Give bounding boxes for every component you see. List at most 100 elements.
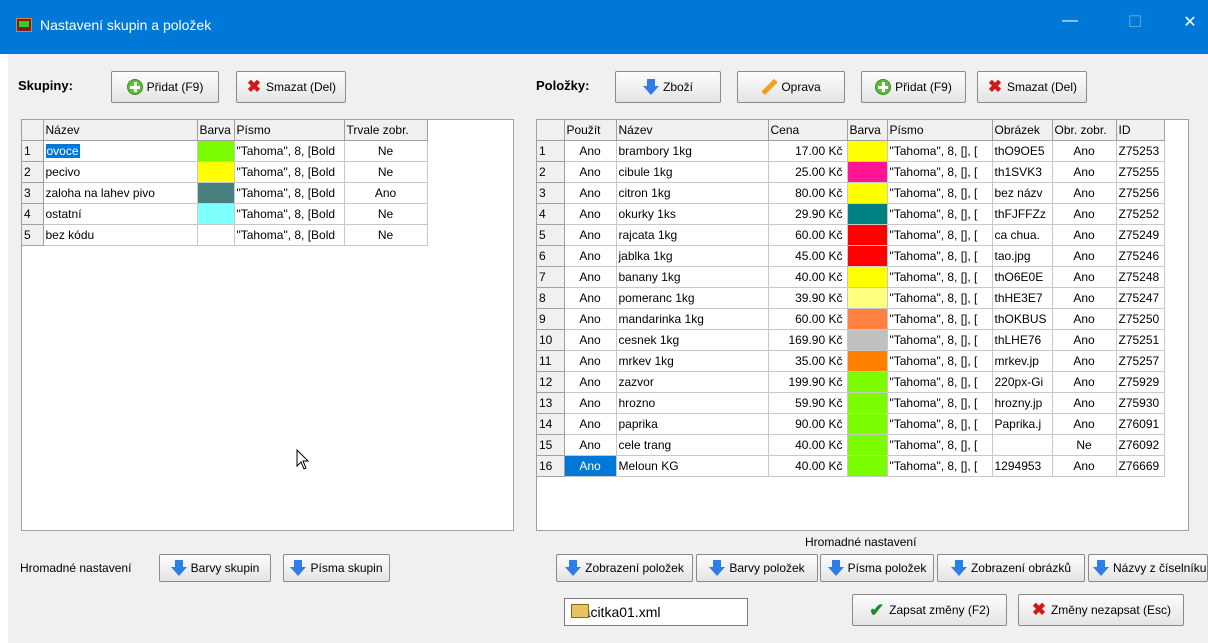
- item-color-swatch[interactable]: [847, 413, 888, 435]
- item-image-cell[interactable]: thOKBUS: [992, 308, 1053, 330]
- group-color-swatch[interactable]: [197, 224, 235, 246]
- item-name-cell[interactable]: paprika: [616, 413, 769, 435]
- item-name-cell[interactable]: cesnek 1kg: [616, 329, 769, 351]
- item-image-show-cell[interactable]: Ano: [1052, 203, 1117, 225]
- item-name-cell[interactable]: pomeranc 1kg: [616, 287, 769, 309]
- item-font-cell[interactable]: "Tahoma", 8, [], [: [887, 434, 993, 456]
- item-image-cell[interactable]: hrozny.jp: [992, 392, 1053, 414]
- item-id-cell[interactable]: Z76669: [1116, 455, 1165, 477]
- table-row[interactable]: 3 Ano citron 1kg 80.00 Kč "Tahoma", 8, [], […: [537, 182, 1165, 204]
- item-price-cell[interactable]: 39.90 Kč: [768, 287, 848, 309]
- group-font-cell[interactable]: "Tahoma", 8, [Bold: [234, 182, 345, 204]
- item-price-cell[interactable]: 80.00 Kč: [768, 182, 848, 204]
- item-font-cell[interactable]: "Tahoma", 8, [], [: [887, 266, 993, 288]
- item-use-cell[interactable]: Ano: [564, 371, 617, 393]
- item-use-cell[interactable]: Ano: [564, 392, 617, 414]
- item-price-cell[interactable]: 90.00 Kč: [768, 413, 848, 435]
- group-font-cell[interactable]: "Tahoma", 8, [Bold: [234, 224, 345, 246]
- item-use-cell[interactable]: Ano: [564, 203, 617, 225]
- discard-changes-button[interactable]: ✖ Změny nezapsat (Esc): [1018, 594, 1184, 626]
- group-add-button[interactable]: Přidat (F9): [111, 71, 219, 103]
- group-color-swatch[interactable]: [197, 140, 235, 162]
- close-icon[interactable]: ✕: [1180, 12, 1200, 36]
- item-use-cell[interactable]: Ano: [564, 434, 617, 456]
- group-color-swatch[interactable]: [197, 203, 235, 225]
- group-show-cell[interactable]: Ano: [344, 182, 428, 204]
- item-image-show-cell[interactable]: Ano: [1052, 140, 1117, 162]
- item-font-cell[interactable]: "Tahoma", 8, [], [: [887, 455, 993, 477]
- group-color-swatch[interactable]: [197, 182, 235, 204]
- items-col-price[interactable]: Cena: [768, 120, 848, 141]
- item-image-cell[interactable]: tao.jpg: [992, 245, 1053, 267]
- table-row[interactable]: 2 Ano cibule 1kg 25.00 Kč "Tahoma", 8, [], […: [537, 161, 1165, 183]
- save-changes-button[interactable]: ✔ Zapsat změny (F2): [852, 594, 1007, 626]
- item-image-cell[interactable]: thHE3E7: [992, 287, 1053, 309]
- group-name-cell[interactable]: pecivo: [43, 161, 198, 183]
- item-use-cell[interactable]: Ano: [564, 182, 617, 204]
- item-image-cell[interactable]: mrkev.jp: [992, 350, 1053, 372]
- item-image-cell[interactable]: ca chua.: [992, 224, 1053, 246]
- item-id-cell[interactable]: Z75250: [1116, 308, 1165, 330]
- item-name-cell[interactable]: cele trang: [616, 434, 769, 456]
- item-color-swatch[interactable]: [847, 287, 888, 309]
- table-row[interactable]: 4 Ano okurky 1ks 29.90 Kč "Tahoma", 8, [], […: [537, 203, 1165, 225]
- item-image-show-cell[interactable]: Ano: [1052, 308, 1117, 330]
- item-color-swatch[interactable]: [847, 434, 888, 456]
- item-price-cell[interactable]: 169.90 Kč: [768, 329, 848, 351]
- maximize-icon[interactable]: ☐: [1125, 12, 1145, 36]
- item-use-cell[interactable]: Ano: [564, 161, 617, 183]
- item-price-cell[interactable]: 40.00 Kč: [768, 266, 848, 288]
- item-image-cell[interactable]: thO9OE5: [992, 140, 1053, 162]
- group-name-cell[interactable]: ovoce: [43, 140, 198, 162]
- group-font-cell[interactable]: "Tahoma", 8, [Bold: [234, 161, 345, 183]
- table-row[interactable]: 14 Ano paprika 90.00 Kč "Tahoma", 8, [], [Pa…: [537, 413, 1165, 435]
- items-col-color[interactable]: Barva: [847, 120, 888, 141]
- group-show-cell[interactable]: Ne: [344, 161, 428, 183]
- table-row[interactable]: 9 Ano mandarinka 1kg 60.00 Kč "Tahoma", 8, […: [537, 308, 1165, 330]
- item-use-cell[interactable]: Ano: [564, 308, 617, 330]
- item-font-cell[interactable]: "Tahoma", 8, [], [: [887, 413, 993, 435]
- group-show-cell[interactable]: Ne: [344, 140, 428, 162]
- item-font-cell[interactable]: "Tahoma", 8, [], [: [887, 203, 993, 225]
- item-color-swatch[interactable]: [847, 392, 888, 414]
- group-name-cell[interactable]: bez kódu: [43, 224, 198, 246]
- table-row[interactable]: 1 Ano brambory 1kg 17.00 Kč "Tahoma", 8, [],…: [537, 140, 1165, 162]
- open-folder-icon[interactable]: [571, 604, 589, 618]
- item-font-cell[interactable]: "Tahoma", 8, [], [: [887, 350, 993, 372]
- table-row[interactable]: 10 Ano cesnek 1kg 169.90 Kč "Tahoma", 8, [],…: [537, 329, 1165, 351]
- item-use-cell[interactable]: Ano: [564, 245, 617, 267]
- item-name-cell[interactable]: rajcata 1kg: [616, 224, 769, 246]
- item-id-cell[interactable]: Z76092: [1116, 434, 1165, 456]
- item-id-cell[interactable]: Z75252: [1116, 203, 1165, 225]
- groups-col-name[interactable]: Název: [43, 120, 198, 141]
- item-color-swatch[interactable]: [847, 140, 888, 162]
- group-colors-button[interactable]: Barvy skupin: [159, 554, 271, 582]
- item-image-show-cell[interactable]: Ano: [1052, 329, 1117, 351]
- table-row[interactable]: 2 pecivo "Tahoma", 8, [Bold Ne: [22, 161, 428, 183]
- item-price-cell[interactable]: 60.00 Kč: [768, 224, 848, 246]
- minimize-icon[interactable]: —: [1060, 12, 1080, 36]
- item-price-cell[interactable]: 40.00 Kč: [768, 434, 848, 456]
- group-show-cell[interactable]: Ne: [344, 224, 428, 246]
- groups-col-show[interactable]: Trvale zobr.: [344, 120, 428, 141]
- item-price-cell[interactable]: 40.00 Kč: [768, 455, 848, 477]
- item-font-cell[interactable]: "Tahoma", 8, [], [: [887, 140, 993, 162]
- table-row[interactable]: 7 Ano banany 1kg 40.00 Kč "Tahoma", 8, [], […: [537, 266, 1165, 288]
- item-use-cell[interactable]: Ano: [564, 266, 617, 288]
- item-use-cell[interactable]: Ano: [564, 224, 617, 246]
- item-id-cell[interactable]: Z75246: [1116, 245, 1165, 267]
- group-font-cell[interactable]: "Tahoma", 8, [Bold: [234, 203, 345, 225]
- items-add-button[interactable]: Přidat (F9): [861, 71, 966, 103]
- item-id-cell[interactable]: Z75251: [1116, 329, 1165, 351]
- item-price-cell[interactable]: 199.90 Kč: [768, 371, 848, 393]
- image-display-button[interactable]: Zobrazení obrázků: [937, 554, 1085, 582]
- item-color-swatch[interactable]: [847, 350, 888, 372]
- item-price-cell[interactable]: 25.00 Kč: [768, 161, 848, 183]
- item-color-swatch[interactable]: [847, 455, 888, 477]
- group-fonts-button[interactable]: Písma skupin: [283, 554, 390, 582]
- item-image-show-cell[interactable]: Ano: [1052, 266, 1117, 288]
- item-price-cell[interactable]: 17.00 Kč: [768, 140, 848, 162]
- item-font-cell[interactable]: "Tahoma", 8, [], [: [887, 182, 993, 204]
- item-image-show-cell[interactable]: Ano: [1052, 392, 1117, 414]
- item-id-cell[interactable]: Z75257: [1116, 350, 1165, 372]
